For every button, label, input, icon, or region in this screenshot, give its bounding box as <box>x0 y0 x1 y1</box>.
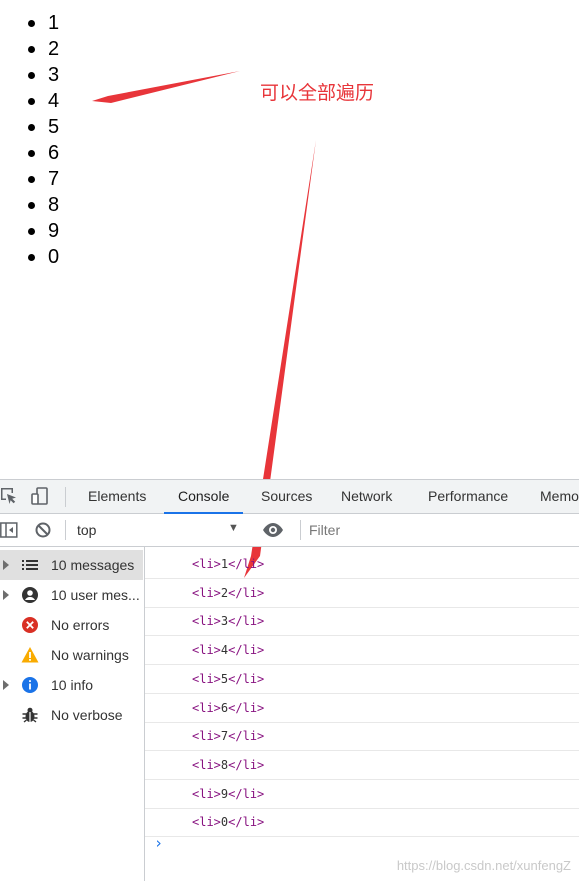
tag-close: </li> <box>228 671 265 686</box>
page-list: 1 2 3 4 5 6 7 8 9 0 <box>0 10 59 270</box>
console-prompt-icon[interactable]: › <box>154 834 163 852</box>
tag-close: </li> <box>228 815 265 830</box>
sidebar-item-warning[interactable]: No warnings <box>0 640 143 670</box>
user-icon <box>21 586 39 604</box>
tab-network[interactable]: Network <box>341 480 392 513</box>
tag-close: </li> <box>228 557 265 571</box>
console-message[interactable]: <li>4</li> <box>145 636 579 666</box>
console-message[interactable]: <li>7</li> <box>145 722 579 752</box>
console-message[interactable]: <li>1</li> <box>145 550 579 579</box>
tab-memo[interactable]: Memo <box>540 480 579 513</box>
console-messages: <li>1</li> <li>2</li> <li>3</li> <li>4</li>… <box>145 547 579 881</box>
tag-open: <li> <box>192 700 221 715</box>
execution-context-select[interactable]: top <box>77 514 96 546</box>
tag-open: <li> <box>192 557 221 571</box>
console-message[interactable]: <li>6</li> <box>145 694 579 723</box>
tag-open: <li> <box>192 757 221 772</box>
tag-open: <li> <box>192 815 221 830</box>
console-message-text: <li>1</li> <box>192 550 264 578</box>
tag-close: </li> <box>228 585 265 600</box>
sidebar-item-bug[interactable]: No verbose <box>0 700 143 730</box>
arrow-to-item-4 <box>92 71 240 103</box>
console-message[interactable]: <li>2</li> <box>145 579 579 608</box>
console-message[interactable]: <li>3</li> <box>145 607 579 637</box>
tag-close: </li> <box>228 614 265 629</box>
error-icon <box>21 616 39 634</box>
device-toolbar-icon[interactable] <box>31 487 49 505</box>
console-message-text: <li>9</li> <box>192 780 264 808</box>
sidebar-item-user[interactable]: 10 user mes... <box>0 580 143 610</box>
sidebar-item-label: 10 info <box>51 677 94 693</box>
tag-close: </li> <box>228 700 265 715</box>
tag-open: <li> <box>192 671 221 686</box>
console-message-text: <li>4</li> <box>192 636 264 664</box>
watermark: https://blog.csdn.net/xunfengZ <box>396 858 571 873</box>
console-message-text: <li>2</li> <box>192 579 264 607</box>
console-message-text: <li>7</li> <box>192 722 264 750</box>
clear-console-icon[interactable] <box>34 521 52 539</box>
expand-triangle-icon[interactable] <box>3 560 9 570</box>
console-message[interactable]: <li>8</li> <box>145 751 579 780</box>
tag-open: <li> <box>192 585 221 600</box>
sidebar-item-error[interactable]: No errors <box>0 610 143 640</box>
list-item: 3 <box>27 64 60 86</box>
tag-open: <li> <box>192 729 221 744</box>
annotation-text: 可以全部遍历 <box>260 82 375 104</box>
info-icon <box>21 676 39 694</box>
console-message-text: <li>8</li> <box>192 751 264 779</box>
list-item: 8 <box>27 194 60 216</box>
sidebar-item-label: No errors <box>51 617 110 633</box>
tag-open: <li> <box>192 786 221 801</box>
list-item: 6 <box>27 142 60 164</box>
console-message[interactable]: <li>0</li> <box>145 808 579 838</box>
list-icon <box>21 556 39 574</box>
console-toolbar: top ▼ <box>0 514 579 547</box>
tag-open: <li> <box>192 643 221 658</box>
tab-elements[interactable]: Elements <box>88 480 146 513</box>
inspect-element-icon[interactable] <box>0 487 18 505</box>
list-item: 4 <box>27 90 60 112</box>
list-item: 2 <box>27 38 60 60</box>
sidebar-item-label: No verbose <box>51 707 123 723</box>
tag-open: <li> <box>192 614 221 629</box>
list-item: 9 <box>27 220 60 242</box>
console-message-text: <li>5</li> <box>192 665 264 693</box>
console-message-text: <li>3</li> <box>192 607 264 635</box>
sidebar-item-label: No warnings <box>51 647 129 663</box>
devtools-tab-bar: Elements Console Sources Network Performance… <box>0 480 579 514</box>
expand-triangle-icon[interactable] <box>3 590 9 600</box>
console-message-text: <li>6</li> <box>192 694 264 722</box>
console-sidebar: 10 messages 10 user mes... No errors No war… <box>0 547 145 881</box>
list-item: 1 <box>27 12 60 34</box>
toolbar-divider <box>300 520 301 540</box>
console-message-text: <li>0</li> <box>192 808 264 836</box>
tag-close: </li> <box>228 729 265 744</box>
bug-icon <box>21 706 39 724</box>
sidebar-item-label: 10 messages <box>51 557 135 573</box>
tab-performance[interactable]: Performance <box>428 480 508 513</box>
expand-triangle-icon[interactable] <box>3 680 9 690</box>
tag-close: </li> <box>228 786 265 801</box>
sidebar-item-label: 10 user mes... <box>51 587 140 603</box>
toolbar-divider <box>65 520 66 540</box>
live-expression-eye-icon[interactable] <box>262 521 284 539</box>
console-message[interactable]: <li>5</li> <box>145 665 579 694</box>
filter-input[interactable] <box>307 520 571 540</box>
tab-sources[interactable]: Sources <box>261 480 312 513</box>
toggle-sidebar-icon[interactable] <box>0 521 18 539</box>
tag-close: </li> <box>228 643 265 658</box>
list-item: 5 <box>27 116 60 138</box>
tag-close: </li> <box>228 757 265 772</box>
sidebar-item-info[interactable]: 10 info <box>0 670 143 700</box>
dropdown-arrow-icon[interactable]: ▼ <box>228 522 239 534</box>
sidebar-item-list[interactable]: 10 messages <box>0 550 143 580</box>
tab-console[interactable]: Console <box>163 480 244 514</box>
devtools-panel: Elements Console Sources Network Performance… <box>0 479 579 881</box>
list-item: 0 <box>27 246 60 268</box>
toolbar-divider <box>65 487 66 507</box>
warning-icon <box>21 646 39 664</box>
console-message[interactable]: <li>9</li> <box>145 780 579 809</box>
list-item: 7 <box>27 168 60 190</box>
